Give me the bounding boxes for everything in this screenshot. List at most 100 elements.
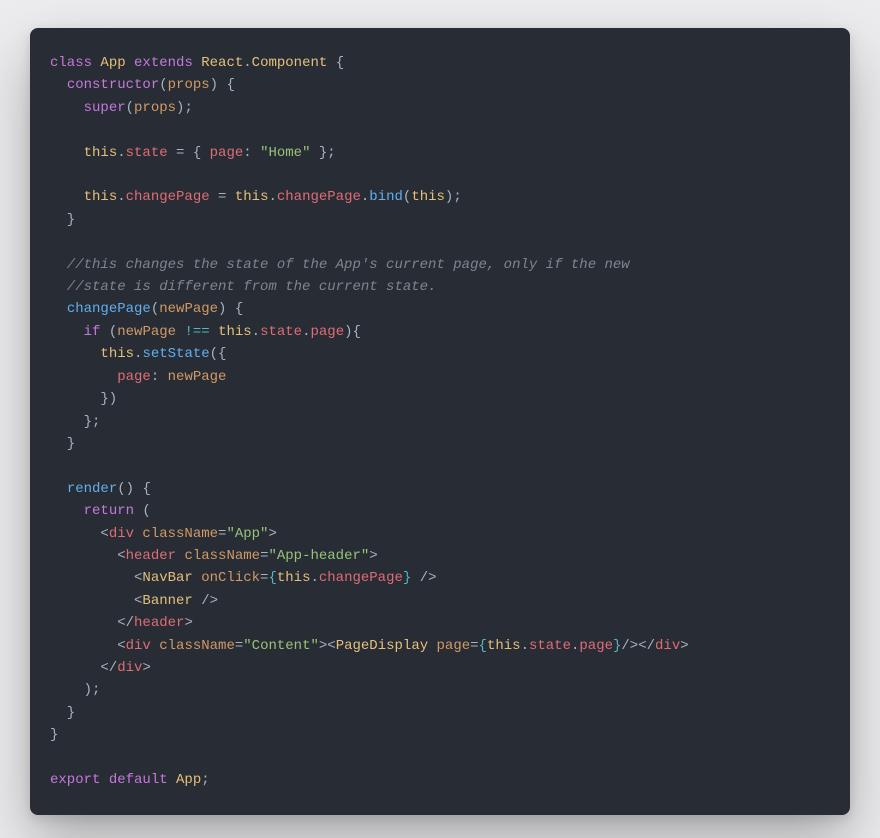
code-token: ); [445, 189, 462, 205]
code-token: export [50, 772, 109, 788]
code-token: ){ [344, 324, 361, 340]
code-token: newPage [168, 369, 227, 385]
code-token: = [470, 638, 478, 654]
code-token: "Home" [260, 145, 310, 161]
code-token: . [310, 570, 318, 586]
code-token: newPage [159, 301, 218, 317]
code-token: div [117, 660, 142, 676]
code-token: header [126, 548, 185, 564]
code-token: className [142, 526, 218, 542]
code-token: ) { [218, 301, 243, 317]
code-token: < [50, 548, 126, 564]
code-token: < [50, 570, 142, 586]
code-token: App [100, 55, 134, 71]
code-token: ( [109, 324, 117, 340]
code-token: < [50, 638, 126, 654]
code-token: Component [252, 55, 336, 71]
code-token: }; [311, 145, 336, 161]
code-comment: //state is different from the current st… [50, 279, 436, 295]
code-token: . [117, 189, 125, 205]
code-token: . [521, 638, 529, 654]
code-token: () { [117, 481, 151, 497]
code-token: changePage [319, 570, 403, 586]
code-token: constructor [67, 77, 159, 93]
code-token: ( [126, 100, 134, 116]
code-block: class App extends React.Component { cons… [50, 52, 830, 791]
code-token: }; [50, 414, 100, 430]
code-token: !== [184, 324, 218, 340]
code-token: ); [176, 100, 193, 116]
code-token: this [487, 638, 521, 654]
code-token: /></ [621, 638, 655, 654]
code-token: App [176, 772, 201, 788]
code-token: </ [50, 615, 134, 631]
code-token: div [655, 638, 680, 654]
code-token: this [100, 346, 134, 362]
code-token: }) [50, 391, 117, 407]
code-token [50, 100, 84, 116]
code-token: { [336, 55, 344, 71]
code-token: /> [201, 593, 218, 609]
code-token: newPage [117, 324, 184, 340]
code-token: "App-header" [268, 548, 369, 564]
code-token: . [117, 145, 125, 161]
code-token: ) { [210, 77, 235, 93]
code-token: . [268, 189, 276, 205]
code-token: . [252, 324, 260, 340]
code-token: this [411, 189, 445, 205]
code-token: this [84, 145, 118, 161]
code-token: > [184, 615, 192, 631]
code-token: div [126, 638, 160, 654]
code-token: : [151, 369, 168, 385]
code-token: >< [319, 638, 336, 654]
code-token: > [142, 660, 150, 676]
code-token: page [579, 638, 613, 654]
code-token: extends [134, 55, 201, 71]
code-token: onClick [201, 570, 260, 586]
code-token: page [210, 145, 244, 161]
code-token [50, 324, 84, 340]
code-token: if [84, 324, 109, 340]
code-token [50, 301, 67, 317]
code-token: ({ [210, 346, 227, 362]
code-token: className [159, 638, 235, 654]
code-token: bind [369, 189, 403, 205]
code-token: this [277, 570, 311, 586]
code-token: page [311, 324, 345, 340]
code-token: this [235, 189, 269, 205]
code-token [50, 369, 117, 385]
code-token: ( [142, 503, 150, 519]
code-token: return [84, 503, 143, 519]
code-token: ); [50, 682, 100, 698]
code-token: page [117, 369, 151, 385]
code-token: "Content" [243, 638, 319, 654]
code-token [50, 189, 84, 205]
code-token: "App" [226, 526, 268, 542]
code-token: render [67, 481, 117, 497]
code-token: = { [168, 145, 210, 161]
code-token: div [109, 526, 143, 542]
code-token: } [50, 212, 75, 228]
code-token: . [302, 324, 310, 340]
code-token: props [168, 77, 210, 93]
code-token: </ [50, 660, 117, 676]
code-token: default [109, 772, 176, 788]
code-token: ( [151, 301, 159, 317]
code-token: props [134, 100, 176, 116]
code-token: ; [201, 772, 209, 788]
code-token: class [50, 55, 100, 71]
code-token: Banner [142, 593, 201, 609]
code-token [50, 145, 84, 161]
code-token: state [529, 638, 571, 654]
code-token: . [243, 55, 251, 71]
code-token: changePage [126, 189, 210, 205]
code-token: page [437, 638, 471, 654]
code-token: } [50, 436, 75, 452]
code-token: changePage [67, 301, 151, 317]
code-token: changePage [277, 189, 361, 205]
code-token: NavBar [142, 570, 201, 586]
code-token: = [235, 638, 243, 654]
code-comment: //this changes the state of the App's cu… [50, 257, 630, 273]
code-token [50, 77, 67, 93]
code-token: > [369, 548, 377, 564]
